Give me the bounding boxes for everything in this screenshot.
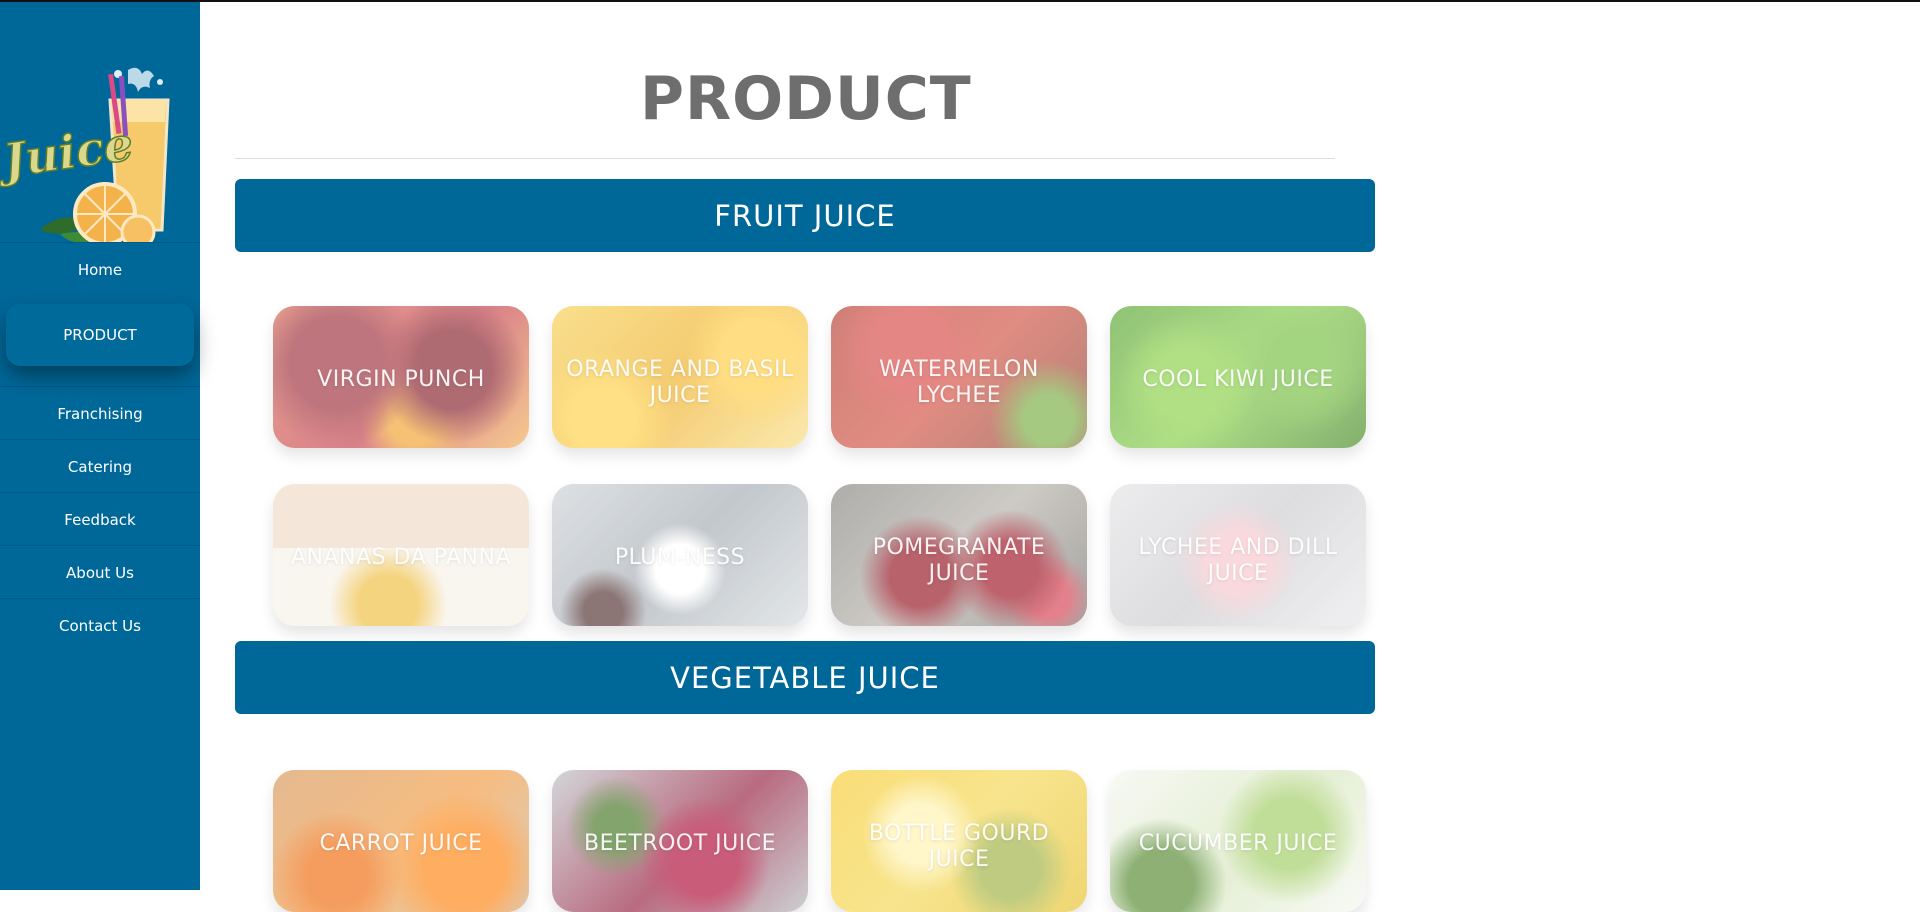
product-card-virgin-punch[interactable]: VIRGIN PUNCH <box>273 306 529 448</box>
product-card-orange-and-basil-juice[interactable]: ORANGE AND BASIL JUICE <box>552 306 808 448</box>
nav-franchising[interactable]: Franchising <box>0 386 200 440</box>
product-card-ananas-da-panna[interactable]: ANANAS DA PANNA <box>273 484 529 626</box>
product-name: BEETROOT JUICE <box>583 831 777 857</box>
page-title: PRODUCT <box>640 64 972 134</box>
product-card-watermelon-lychee[interactable]: WATERMELON LYCHEE <box>831 306 1087 448</box>
nav-feedback[interactable]: Feedback <box>0 492 200 546</box>
sidebar: Juice Home PRODUCT Franchising Catering … <box>0 0 200 890</box>
product-card-cucumber-juice[interactable]: CUCUMBER JUICE <box>1110 770 1366 912</box>
nav-catering[interactable]: Catering <box>0 439 200 493</box>
section-title: VEGETABLE JUICE <box>670 660 940 695</box>
product-name: ANANAS DA PANNA <box>291 545 511 571</box>
nav-home-label: Home <box>77 260 123 279</box>
section-header-fruit-juice: FRUIT JUICE <box>235 179 1375 252</box>
product-name: BOTTLE GOURD JUICE <box>868 821 1050 873</box>
product-name: WATERMELON LYCHEE <box>879 357 1039 409</box>
nav-catering-label: Catering <box>67 457 133 476</box>
nav-about-us[interactable]: About Us <box>0 545 200 599</box>
juice-logo[interactable]: Juice <box>0 62 180 250</box>
product-name: CUCUMBER JUICE <box>1138 831 1338 857</box>
product-name: POMEGRANATE JUICE <box>872 535 1046 587</box>
product-card-beetroot-juice[interactable]: BEETROOT JUICE <box>552 770 808 912</box>
nav-franchising-label: Franchising <box>57 404 143 423</box>
nav-about-us-label: About Us <box>66 563 134 582</box>
nav-feedback-label: Feedback <box>64 510 136 529</box>
product-name: COOL KIWI JUICE <box>1142 367 1334 393</box>
product-card-bottle-gourd-juice[interactable]: BOTTLE GOURD JUICE <box>831 770 1087 912</box>
product-card-plum-ness[interactable]: PLUM-NESS <box>552 484 808 626</box>
product-card-carrot-juice[interactable]: CARROT JUICE <box>273 770 529 912</box>
product-name: LYCHEE AND DILL JUICE <box>1138 535 1338 587</box>
product-name: ORANGE AND BASIL JUICE <box>566 357 794 409</box>
section-header-vegetable-juice: VEGETABLE JUICE <box>235 641 1375 714</box>
nav-contact-us-label: Contact Us <box>59 616 141 635</box>
product-card-pomegranate-juice[interactable]: POMEGRANATE JUICE <box>831 484 1087 626</box>
title-divider <box>235 158 1335 159</box>
nav-contact-us[interactable]: Contact Us <box>0 598 200 652</box>
nav-home[interactable]: Home <box>0 242 200 296</box>
product-name: PLUM-NESS <box>614 545 746 571</box>
window-top-border <box>0 0 1920 2</box>
nav-product-label: PRODUCT <box>63 326 137 344</box>
product-card-lychee-and-dill-juice[interactable]: LYCHEE AND DILL JUICE <box>1110 484 1366 626</box>
nav-product[interactable]: PRODUCT <box>6 304 194 366</box>
section-title: FRUIT JUICE <box>714 198 896 233</box>
product-name: CARROT JUICE <box>319 831 483 857</box>
product-name: VIRGIN PUNCH <box>317 367 485 393</box>
product-card-cool-kiwi-juice[interactable]: COOL KIWI JUICE <box>1110 306 1366 448</box>
